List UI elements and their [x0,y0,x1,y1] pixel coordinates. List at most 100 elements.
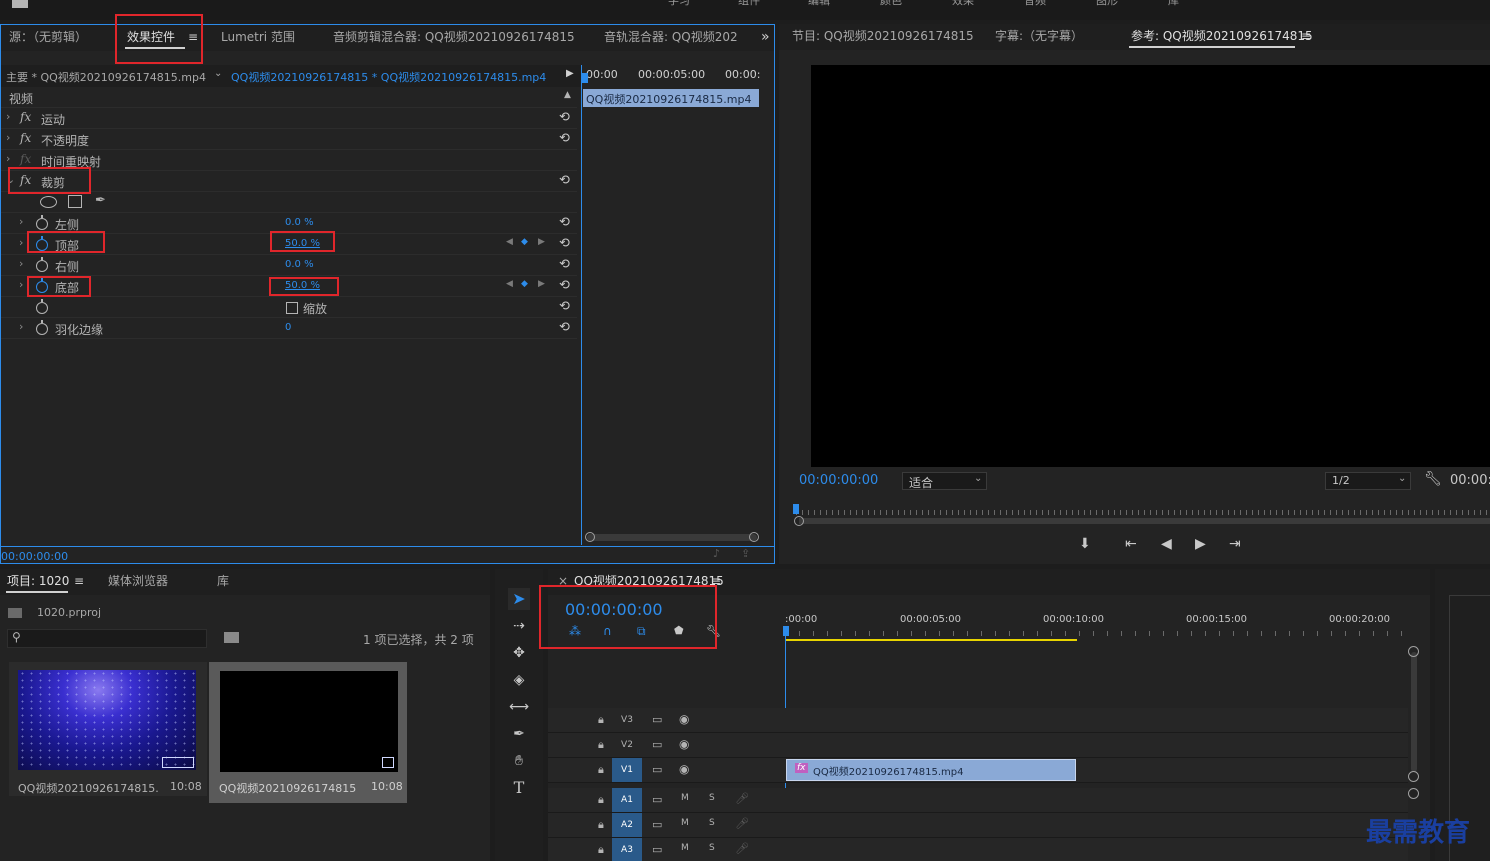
lock-icon[interactable]: 🔒︎ [598,793,604,807]
go-to-out-icon[interactable]: ⇥ [1229,536,1241,552]
fx-icon[interactable]: fx [20,110,31,124]
reset-icon[interactable]: ⟲ [559,257,573,272]
tab-reference[interactable]: 参考: QQ视频20210926174815 [1131,24,1313,48]
reset-icon[interactable]: ⟲ [559,173,573,188]
lock-icon[interactable]: 🔒︎ [598,738,604,752]
workspace-tab-libraries[interactable]: 库 [1168,0,1179,8]
zoom-checkbox[interactable] [286,302,298,314]
mute-button[interactable]: M [681,843,689,853]
step-back-icon[interactable]: ◀ [1161,536,1172,552]
go-to-in-icon[interactable]: ⇤ [1125,536,1137,552]
workspace-tab-audio[interactable]: 音频 [1024,0,1046,8]
work-area-bar[interactable] [785,639,1077,641]
razor-tool-icon[interactable]: ◈ [508,669,530,691]
effect-row-motion[interactable]: › fx 运动 ⟲ [1,108,577,129]
master-clip-label[interactable]: 主要 * QQ视频20210926174815.mp4 [6,69,206,85]
param-row-right[interactable]: › 右侧 0.0 % ⟲ [1,255,577,276]
timeline-ruler[interactable]: :00:00 00:00:05:00 00:00:10:00 00:00:15:… [783,609,1410,643]
timeline-playhead-marker[interactable] [783,626,789,636]
scroll-handle-top[interactable] [1408,646,1419,657]
media-item[interactable]: QQ视频20210926174815... 10:08 [9,662,207,796]
export-frame-icon[interactable]: ⇪ [741,547,750,560]
panel-overflow-icon[interactable]: » [761,25,770,49]
expand-chevron-icon[interactable]: › [19,236,23,249]
effect-row-opacity[interactable]: › fx 不透明度 ⟲ [1,129,577,150]
project-menu-icon[interactable]: ≡ [74,569,84,593]
step-forward-icon[interactable]: ▶ [1195,536,1206,552]
expand-chevron-icon[interactable]: › [19,320,23,333]
search-input[interactable]: ⚲ [7,629,207,648]
expand-chevron-icon[interactable]: › [6,152,10,165]
tab-project[interactable]: 项目: 1020 [7,569,69,593]
param-row-feather[interactable]: › 羽化边缘 0 ⟲ [1,318,577,339]
tab-media-browser[interactable]: 媒体浏览器 [108,569,168,593]
expand-chevron-icon[interactable]: › [6,131,10,144]
reset-icon[interactable]: ⟲ [559,215,573,230]
reset-icon[interactable]: ⟲ [559,320,573,335]
track-label-v2[interactable]: V2 [612,733,642,757]
lock-icon[interactable]: 🔒︎ [598,713,604,727]
workspace-tab-effects[interactable]: 效果 [952,0,974,8]
new-search-bin-icon[interactable] [224,632,239,643]
rectangle-mask-icon[interactable] [68,195,82,208]
play-icon[interactable]: ▶ [566,68,574,79]
tab-audio-clip-mixer[interactable]: 音频剪辑混合器: QQ视频20210926174815 [333,25,575,49]
tab-libraries[interactable]: 库 [217,569,229,593]
tab-captions[interactable]: 字幕:（无字幕） [995,24,1083,48]
tab-program[interactable]: 节目: QQ视频20210926174815 [792,24,974,48]
media-item-selected[interactable]: QQ视频20210926174815 10:08 [209,662,407,803]
mute-button[interactable]: M [681,793,689,803]
microphone-icon[interactable]: 🎤︎ [735,817,749,830]
chevron-down-icon[interactable]: ⌄ [214,68,222,79]
vertical-scroll-bar[interactable] [1411,652,1417,772]
pen-mask-icon[interactable]: ✒ [95,193,106,208]
sync-lock-icon[interactable]: ▭ [652,843,662,856]
mini-timeline-clip[interactable]: QQ视频20210926174815.mp4 [583,89,759,107]
fx-icon[interactable]: fx [20,131,31,145]
mini-scroll-bar[interactable] [587,534,757,541]
eye-icon[interactable]: ◉ [679,762,689,776]
stopwatch-icon[interactable] [36,320,48,335]
lock-icon[interactable]: 🔒︎ [598,818,604,832]
param-value-left[interactable]: 0.0 % [285,217,314,228]
tab-audio-track-mixer[interactable]: 音轨混合器: QQ视频202 [604,25,738,49]
add-marker-icon[interactable]: ⬇ [1079,536,1091,552]
reset-icon[interactable]: ⟲ [559,278,573,293]
prev-keyframe-icon[interactable]: ◀ [506,237,513,247]
workspace-tab-edit[interactable]: 编辑 [808,0,830,8]
lock-icon[interactable]: 🔒︎ [598,763,604,777]
microphone-icon[interactable]: 🎤︎ [735,842,749,855]
track-label-v3[interactable]: V3 [612,708,642,732]
eye-icon[interactable]: ◉ [679,737,689,751]
expand-chevron-icon[interactable]: › [19,257,23,270]
program-scrubber[interactable] [793,504,1490,516]
solo-button[interactable]: S [709,843,715,853]
hand-tool-icon[interactable]: ✋︎ [508,750,530,772]
zoom-scroll-bar[interactable] [799,518,1490,524]
solo-button[interactable]: S [709,793,715,803]
track-label-a2[interactable]: A2 [612,813,642,837]
prev-keyframe-icon[interactable]: ◀ [506,279,513,289]
expand-chevron-icon[interactable]: › [19,215,23,228]
stopwatch-icon[interactable] [36,299,48,314]
fit-dropdown[interactable]: 适合 ⌄ [902,472,987,490]
sync-lock-icon[interactable]: ▭ [652,738,662,751]
add-keyframe-icon[interactable]: ◆ [521,279,528,289]
param-row-zoom[interactable]: 缩放 ⟲ [1,297,577,318]
sync-lock-icon[interactable]: ▭ [652,763,662,776]
next-keyframe-icon[interactable]: ▶ [538,279,545,289]
eye-icon[interactable]: ◉ [679,712,689,726]
resolution-dropdown[interactable]: 1/2 ⌄ [1325,472,1411,490]
sequence-clip-label[interactable]: QQ视频20210926174815 * QQ视频20210926174815.… [231,69,546,85]
solo-button[interactable]: S [709,818,715,828]
workspace-tab-learn[interactable]: 学习 [668,0,690,8]
param-value-feather[interactable]: 0 [285,322,291,333]
expand-chevron-icon[interactable]: › [6,110,10,123]
reset-icon[interactable]: ⟲ [559,299,573,314]
reset-icon[interactable]: ⟲ [559,110,573,125]
scroll-handle-bottom[interactable] [1408,771,1419,782]
ripple-edit-tool-icon[interactable]: ✥ [508,642,530,664]
next-keyframe-icon[interactable]: ▶ [538,237,545,247]
track-label-a1[interactable]: A1 [612,788,642,812]
param-value-right[interactable]: 0.0 % [285,259,314,270]
